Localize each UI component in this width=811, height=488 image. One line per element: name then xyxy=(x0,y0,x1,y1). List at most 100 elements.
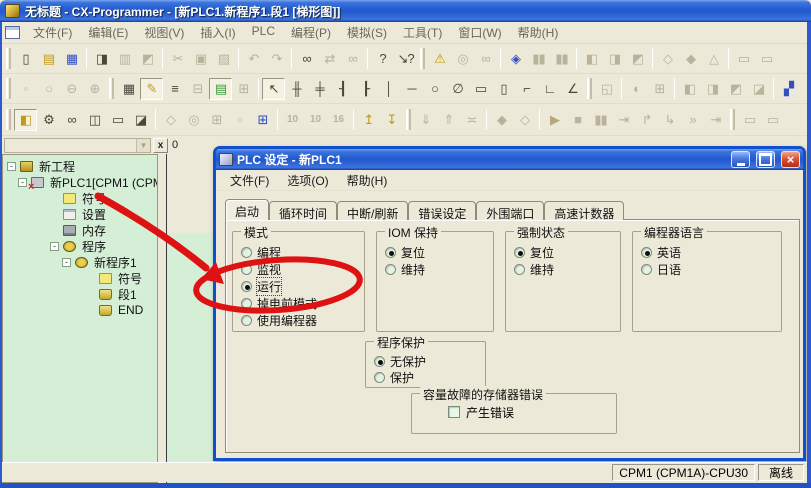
pause-button[interactable]: ▮▮ xyxy=(550,48,573,70)
forced-status-option-0[interactable]: 复位 xyxy=(514,244,612,261)
zoom-in-button[interactable]: ⊕ xyxy=(83,78,106,100)
print-preview-button[interactable]: ◩ xyxy=(136,48,159,70)
step-in-button[interactable]: ↳ xyxy=(658,109,681,131)
local-symbol-table-button[interactable]: ◪ xyxy=(747,78,770,100)
dialog-title-bar[interactable]: PLC 设定 - 新PLC1 × xyxy=(216,149,803,170)
menu-item-5[interactable]: 编程(P) xyxy=(283,21,339,44)
context-help-button[interactable]: ↘? xyxy=(394,48,417,70)
open-file-button[interactable]: ▤ xyxy=(37,48,60,70)
new-instruction-button[interactable]: ▭ xyxy=(469,78,492,100)
transfer-to-plc-button[interactable]: ⇓ xyxy=(414,109,437,131)
forced-status-option-1[interactable]: 维持 xyxy=(514,261,612,278)
program-protect-option-1[interactable]: 保护 xyxy=(374,369,477,385)
stop-program-mode-button[interactable]: ■ xyxy=(566,109,589,131)
toolbar-grip[interactable] xyxy=(420,48,425,69)
show-comments-button[interactable]: ▤ xyxy=(209,78,232,100)
save-file-button[interactable]: ▦ xyxy=(60,48,83,70)
expander-icon[interactable]: - xyxy=(62,258,71,267)
pause-monitoring-button[interactable]: ▮▮ xyxy=(527,48,550,70)
window-tile-vertical-button[interactable]: ◩ xyxy=(626,48,649,70)
window-tile-horizontal-button[interactable]: ◨ xyxy=(603,48,626,70)
symbol-table-window-button[interactable]: ◇ xyxy=(656,48,679,70)
menu-item-2[interactable]: 视图(V) xyxy=(136,21,192,44)
online-edit-send-changes-button[interactable]: ◇ xyxy=(513,109,536,131)
toolbar-grip[interactable] xyxy=(6,109,11,130)
menu-item-7[interactable]: 工具(T) xyxy=(395,21,450,44)
expander-icon[interactable]: - xyxy=(7,162,16,171)
tree-item-symbols-local[interactable]: 符号 xyxy=(3,270,157,286)
step-run-button[interactable]: ↱ xyxy=(635,109,658,131)
select-tool-button[interactable]: ↖ xyxy=(262,78,285,100)
dialog-menu-item-0[interactable]: 文件(F) xyxy=(221,170,278,191)
maximize-button[interactable] xyxy=(756,151,775,168)
scan-run-button[interactable]: ⇥ xyxy=(704,109,727,131)
zoom-tool-button[interactable]: ◦ xyxy=(14,78,37,100)
new-contact-button[interactable]: ╫ xyxy=(285,78,308,100)
monitor-view-button[interactable]: ∞ xyxy=(60,109,83,131)
data-trace-button[interactable]: ◫ xyxy=(83,109,106,131)
menu-item-8[interactable]: 窗口(W) xyxy=(450,21,509,44)
output-window-button[interactable]: ◨ xyxy=(701,78,724,100)
tree-item-settings[interactable]: 设置 xyxy=(3,206,157,222)
new-or-closed-contact-button[interactable]: ┠ xyxy=(354,78,377,100)
rung-comment-editor-button[interactable]: ✎ xyxy=(140,78,163,100)
close-workspace-button[interactable]: x xyxy=(153,138,168,153)
compare-with-plc-button[interactable]: ≍ xyxy=(460,109,483,131)
console-language-option-1[interactable]: 日语 xyxy=(641,261,773,278)
menu-item-0[interactable]: 文件(F) xyxy=(25,21,80,44)
tree-item-symbols-global[interactable]: 符号 xyxy=(3,190,157,206)
print-button[interactable]: ▥ xyxy=(113,48,136,70)
minimize-button[interactable] xyxy=(731,151,750,168)
io-bit-monitor-button[interactable]: ⊞ xyxy=(251,109,274,131)
io-comment-view-button[interactable]: ◐ xyxy=(625,78,648,100)
options-button[interactable]: ⚙ xyxy=(37,109,60,131)
address-reference-tool-button[interactable]: ⊞ xyxy=(648,78,671,100)
tree-item-plc[interactable]: -新PLC1[CPM1 (CPM: xyxy=(3,174,157,190)
tree-item-end[interactable]: END xyxy=(3,302,157,318)
new-differentiated-instruction-button[interactable]: ▯ xyxy=(492,78,515,100)
mode-option-0[interactable]: 编程 xyxy=(241,244,356,261)
monitor-in-rung-button[interactable]: ⊟ xyxy=(186,78,209,100)
menu-item-9[interactable]: 帮助(H) xyxy=(510,21,567,44)
monitor-mode-button[interactable]: ⇥ xyxy=(612,109,635,131)
redo-button[interactable]: ↷ xyxy=(265,48,288,70)
new-vertical-line-button[interactable]: │ xyxy=(377,78,400,100)
expander-icon[interactable]: - xyxy=(50,242,59,251)
mnemonic-window-button[interactable]: ▫ xyxy=(228,109,251,131)
new-window-button[interactable]: ◧ xyxy=(14,109,37,131)
help-button[interactable]: ? xyxy=(371,48,394,70)
dialog-menu-item-2[interactable]: 帮助(H) xyxy=(338,170,397,191)
ladder-editor[interactable]: 0 xyxy=(166,137,213,483)
ladder-window-button[interactable]: ⊞ xyxy=(205,109,228,131)
tab-cycle-time[interactable]: 循环时间 xyxy=(269,201,337,220)
tab-peripheral-port[interactable]: 外围端口 xyxy=(476,201,544,220)
cut-button[interactable]: ✂ xyxy=(166,48,189,70)
differentiate-down-button[interactable]: ↧ xyxy=(380,109,403,131)
rack-view-2-button[interactable]: ▭ xyxy=(761,109,784,131)
online-edit-rungs-button[interactable]: ◆ xyxy=(490,109,513,131)
plc-rack-2-button[interactable]: ▭ xyxy=(755,48,778,70)
tab-high-speed-counter[interactable]: 高速计数器 xyxy=(544,201,624,220)
workspace-combo[interactable]: ▼ xyxy=(4,138,151,153)
menu-item-6[interactable]: 模拟(S) xyxy=(339,21,395,44)
mode-option-2[interactable]: 运行 xyxy=(241,278,356,295)
pause-mode-button[interactable]: ▮▮ xyxy=(589,109,612,131)
toolbar-grip[interactable] xyxy=(6,48,11,69)
rung-wrap-button[interactable]: ⊞ xyxy=(232,78,255,100)
plc-rack-1-button[interactable]: ▭ xyxy=(732,48,755,70)
toolbar-grip[interactable] xyxy=(109,78,114,99)
plc-memory-window-button[interactable]: △ xyxy=(702,48,725,70)
dialog-menu-item-1[interactable]: 选项(O) xyxy=(278,170,337,191)
iom-hold-option-1[interactable]: 维持 xyxy=(385,261,485,278)
new-closed-contact-button[interactable]: ╪ xyxy=(308,78,331,100)
menu-item-4[interactable]: PLC xyxy=(244,21,283,44)
tab-error-settings[interactable]: 错误设定 xyxy=(408,201,476,220)
console-language-option-0[interactable]: 英语 xyxy=(641,244,773,261)
properties-button[interactable]: ◪ xyxy=(129,109,152,131)
menu-item-1[interactable]: 编辑(E) xyxy=(80,21,136,44)
new-closed-coil-button[interactable]: ∅ xyxy=(446,78,469,100)
toolbar-grip[interactable] xyxy=(406,109,411,130)
continuous-step-run-button[interactable]: » xyxy=(681,109,704,131)
new-or-contact-button[interactable]: ┨ xyxy=(331,78,354,100)
new-project-window-button[interactable]: ◇ xyxy=(159,109,182,131)
